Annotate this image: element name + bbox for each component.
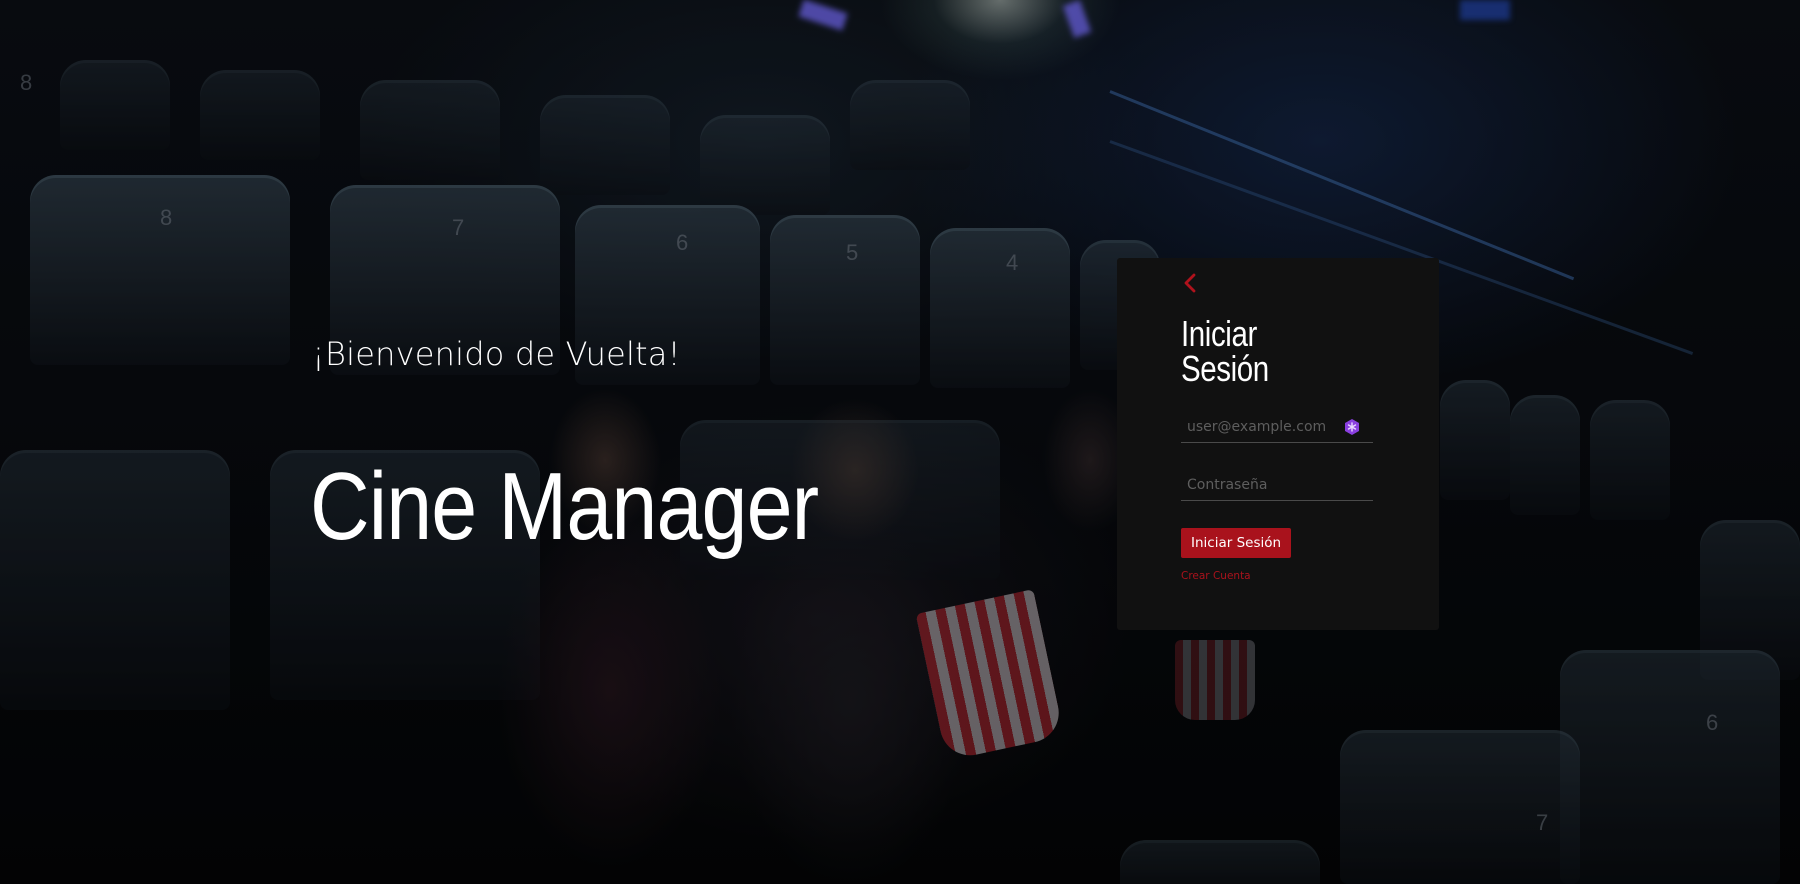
password-field-wrapper [1181, 472, 1373, 501]
chevron-left-icon [1184, 273, 1196, 293]
welcome-heading: ¡Bienvenido de Vuelta! [312, 335, 681, 373]
password-input[interactable] [1181, 472, 1373, 498]
login-card: Iniciar Sesión Iniciar Sesión Crear Cuen… [1117, 258, 1439, 630]
login-page: 8 8 7 6 5 4 6 7 ¡Bienvenido de Vuelta! C… [0, 0, 1800, 884]
create-account-link[interactable]: Crear Cuenta [1181, 570, 1251, 582]
back-button[interactable] [1181, 272, 1201, 294]
login-submit-button[interactable]: Iniciar Sesión [1181, 528, 1292, 558]
app-title: Cine Manager [310, 453, 819, 560]
background-photo: 8 8 7 6 5 4 6 7 [0, 0, 1800, 884]
login-title: Iniciar Sesión [1181, 316, 1279, 389]
email-field-wrapper [1181, 414, 1373, 443]
login-title-line2: Sesión [1181, 348, 1269, 389]
password-manager-icon[interactable] [1343, 418, 1361, 436]
